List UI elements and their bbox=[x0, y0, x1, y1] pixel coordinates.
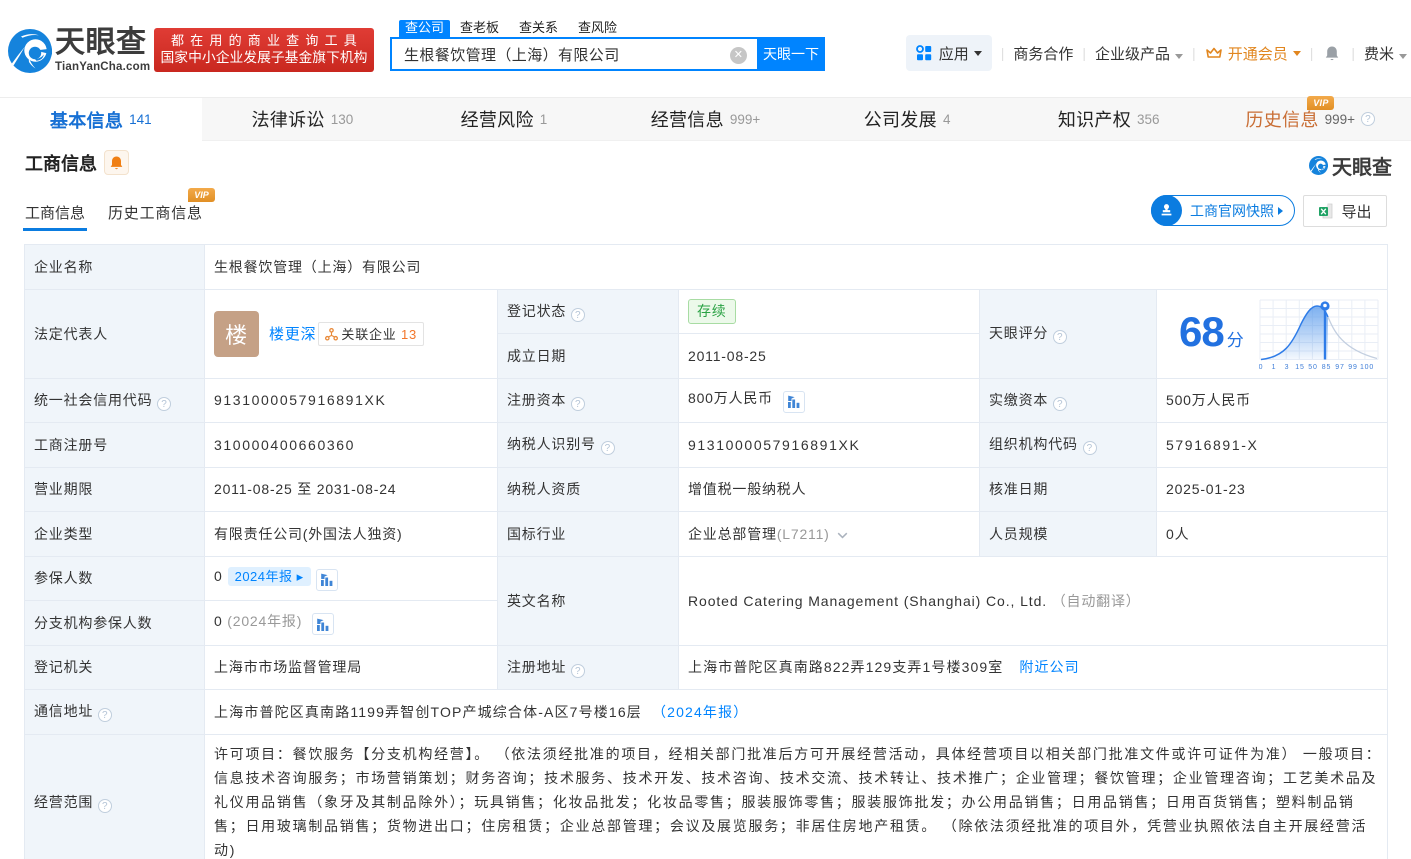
svg-text:99: 99 bbox=[1348, 364, 1357, 371]
svg-text:1: 1 bbox=[1271, 364, 1276, 371]
svg-text:97: 97 bbox=[1335, 364, 1344, 371]
svg-text:3: 3 bbox=[1284, 364, 1289, 371]
svg-text:15: 15 bbox=[1295, 364, 1304, 371]
svg-text:85: 85 bbox=[1321, 364, 1330, 371]
svg-text:100: 100 bbox=[1359, 364, 1373, 371]
svg-text:0: 0 bbox=[1259, 364, 1263, 371]
svg-text:50: 50 bbox=[1308, 364, 1317, 371]
